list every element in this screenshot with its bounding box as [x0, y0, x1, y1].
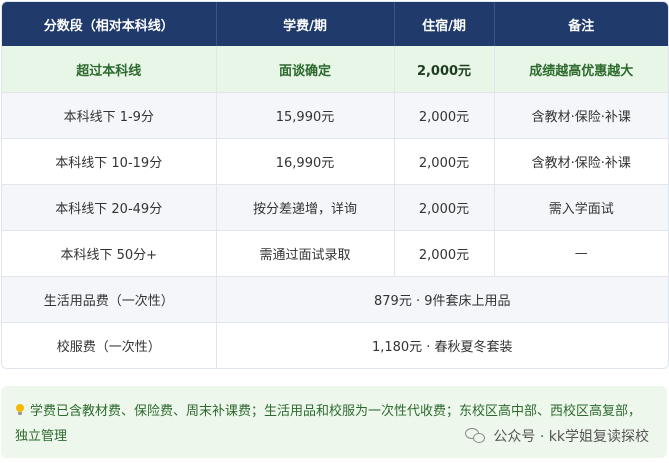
cell-remarks: 需入学面试: [494, 184, 668, 231]
cell-score-range: 本科线下 1-9分: [2, 92, 217, 139]
table-row-highlight: 超过本科线 面谈确定 2,000元 成绩越高优惠越大: [2, 46, 668, 93]
cell-tuition: 按分差递增，详询: [216, 184, 395, 231]
header-accommodation: 住宿/期: [394, 2, 495, 46]
header-remarks: 备注: [494, 2, 668, 46]
cell-accommodation: 2,000元: [394, 138, 495, 185]
table-header-row: 分数段（相对本科线） 学费/期 住宿/期 备注: [2, 2, 668, 46]
cell-score-range: 超过本科线: [2, 46, 217, 93]
watermark-text: 公众号 · kk学姐复读探校: [493, 429, 649, 445]
cell-fee-value: 879元 · 9件套床上用品: [216, 276, 668, 323]
tuition-table-container: 分数段（相对本科线） 学费/期 住宿/期 备注 超过本科线 面谈确定 2,000…: [1, 1, 669, 369]
cell-accommodation: 2,000元: [394, 46, 495, 93]
cell-tuition: 需通过面试录取: [216, 230, 395, 277]
table-row: 本科线下 1-9分 15,990元 2,000元 含教材·保险·补课: [2, 92, 668, 139]
cell-tuition: 15,990元: [216, 92, 395, 139]
cell-tuition: 面谈确定: [216, 46, 395, 93]
cell-accommodation: 2,000元: [394, 184, 495, 231]
table-row-fee: 校服费（一次性） 1,180元 · 春秋夏冬套装: [2, 322, 668, 368]
cell-remarks: 含教材·保险·补课: [494, 92, 668, 139]
cell-remarks: —: [494, 230, 668, 277]
lightbulb-icon: [15, 404, 25, 416]
header-tuition: 学费/期: [216, 2, 395, 46]
cell-fee-label: 校服费（一次性）: [2, 322, 217, 368]
cell-remarks: 成绩越高优惠越大: [494, 46, 668, 93]
header-score-range: 分数段（相对本科线）: [2, 2, 217, 46]
cell-remarks: 含教材·保险·补课: [494, 138, 668, 185]
table-row-fee: 生活用品费（一次性） 879元 · 9件套床上用品: [2, 276, 668, 323]
cell-fee-label: 生活用品费（一次性）: [2, 276, 217, 323]
table-row: 本科线下 50分+ 需通过面试录取 2,000元 —: [2, 230, 668, 277]
cell-fee-value: 1,180元 · 春秋夏冬套装: [216, 322, 668, 368]
cell-score-range: 本科线下 20-49分: [2, 184, 217, 231]
cell-accommodation: 2,000元: [394, 92, 495, 139]
wechat-icon: [465, 427, 487, 445]
cell-tuition: 16,990元: [216, 138, 395, 185]
cell-score-range: 本科线下 10-19分: [2, 138, 217, 185]
table-row: 本科线下 20-49分 按分差递增，详询 2,000元 需入学面试: [2, 184, 668, 231]
cell-accommodation: 2,000元: [394, 230, 495, 277]
table-row: 本科线下 10-19分 16,990元 2,000元 含教材·保险·补课: [2, 138, 668, 185]
cell-score-range: 本科线下 50分+: [2, 230, 217, 277]
watermark: 公众号 · kk学姐复读探校: [461, 424, 649, 448]
tuition-table: 分数段（相对本科线） 学费/期 住宿/期 备注 超过本科线 面谈确定 2,000…: [2, 2, 668, 368]
